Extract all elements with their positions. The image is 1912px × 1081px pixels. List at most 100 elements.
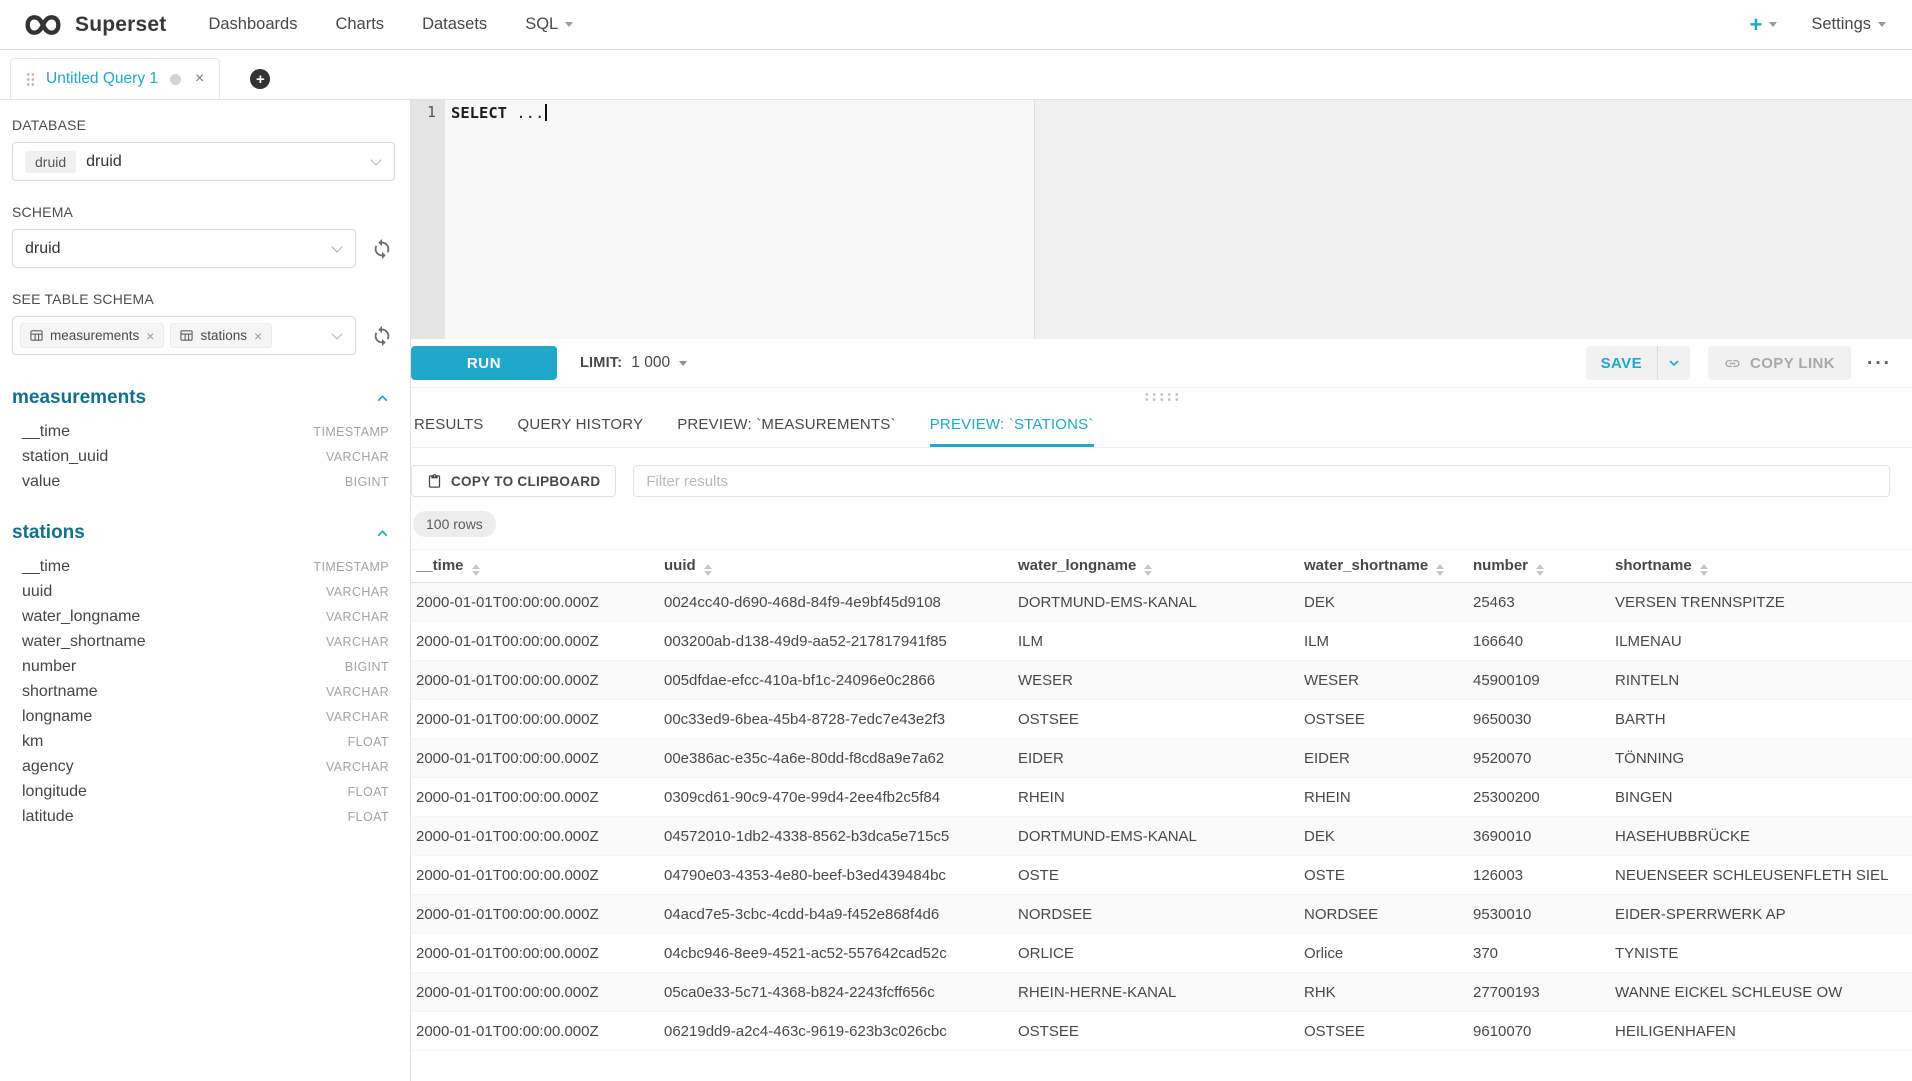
column-type: VARCHAR [326,585,389,599]
remove-chip-icon[interactable]: × [254,329,262,343]
run-button[interactable]: RUN [411,346,557,380]
column-header-uuid[interactable]: uuid [654,550,1008,583]
settings-menu[interactable]: Settings [1811,15,1886,34]
table-cell: VERSEN TRENNSPITZE [1605,583,1912,622]
drag-handle-icon[interactable] [26,72,35,87]
rows-badge-wrap: 100 rows [413,511,1912,537]
column-type: TIMESTAMP [313,425,389,439]
schema-columns: __timeTIMESTAMPstation_uuidVARCHARvalueB… [12,419,395,494]
chevron-up-icon[interactable] [376,527,389,540]
table-chip-stations[interactable]: stations× [170,323,272,348]
schema-table-name: measurements [12,387,146,409]
sql-editor[interactable]: 1 SELECT ... [411,100,1912,339]
column-type: VARCHAR [326,635,389,649]
column-header-water_longname[interactable]: water_longname [1008,550,1294,583]
remove-chip-icon[interactable]: × [146,329,154,343]
column-header-water_shortname[interactable]: water_shortname [1294,550,1463,583]
close-tab-icon[interactable]: × [195,71,204,87]
table-schema-select[interactable]: measurements×stations× [12,316,356,355]
code-line: SELECT ... [445,100,1912,124]
table-cell: ILM [1294,622,1463,661]
column-header-shortname[interactable]: shortname [1605,550,1912,583]
splitter-grip-icon [1143,392,1181,401]
chevron-down-icon [331,328,342,339]
table-cell: 2000-01-01T00:00:00.000Z [411,817,654,856]
save-options-button[interactable] [1657,346,1690,380]
table-cell: RHK [1294,973,1463,1012]
column-header-label: uuid [664,557,696,574]
nav-item-datasets[interactable]: Datasets [422,15,487,34]
table-cell: BINGEN [1605,778,1912,817]
table-icon [180,329,193,342]
filter-results-input[interactable] [633,465,1890,497]
more-options-button[interactable]: ··· [1867,354,1892,373]
chevron-down-icon [1769,22,1777,27]
tab-results[interactable]: RESULTS [414,404,483,447]
pane-splitter[interactable] [411,388,1912,404]
new-item-button[interactable]: + [1750,14,1778,36]
table-cell: ILM [1008,622,1294,661]
table-cell: 2000-01-01T00:00:00.000Z [411,973,654,1012]
nav-item-sql[interactable]: SQL [525,15,573,34]
column-header-__time[interactable]: __time [411,550,654,583]
copy-link-button[interactable]: COPY LINK [1708,346,1851,380]
column-name: longitude [22,783,87,801]
column-row: uuidVARCHAR [12,579,395,604]
column-type: VARCHAR [326,710,389,724]
tab-query-history[interactable]: QUERY HISTORY [517,404,643,447]
chevron-up-icon[interactable] [376,392,389,405]
database-select[interactable]: druid druid [12,142,395,181]
table-cell: WESER [1294,661,1463,700]
database-field: DATABASE druid druid [12,117,395,181]
plus-icon: + [256,72,265,87]
column-row: shortnameVARCHAR [12,679,395,704]
schema-tables: measurements __timeTIMESTAMPstation_uuidV… [12,387,395,829]
limit-dropdown[interactable]: LIMIT: 1 000 [580,354,687,372]
nav-item-dashboards[interactable]: Dashboards [208,15,297,34]
table-cell: 370 [1463,934,1605,973]
superset-logo[interactable]: Superset [20,11,166,39]
nav-item-charts[interactable]: Charts [335,15,384,34]
query-tab-label: Untitled Query 1 [46,70,158,88]
query-tab[interactable]: Untitled Query 1 × [10,58,220,99]
schema-select[interactable]: druid [12,229,356,268]
column-name: longname [22,708,92,726]
schema-table-header[interactable]: measurements [12,387,395,409]
table-cell: DORTMUND-EMS-KANAL [1008,817,1294,856]
sort-icon [1144,564,1152,576]
copy-to-clipboard-button[interactable]: COPY TO CLIPBOARD [411,465,616,497]
sql-lab-sidebar: DATABASE druid druid SCHEMA druid [0,100,411,1081]
refresh-schema-button[interactable] [369,236,395,262]
column-type: FLOAT [348,810,389,824]
sort-icon [704,564,712,576]
column-name: shortname [22,683,98,701]
content: DATABASE druid druid SCHEMA druid [0,100,1912,1081]
column-type: VARCHAR [326,450,389,464]
refresh-tables-button[interactable] [369,323,395,349]
table-row: 2000-01-01T00:00:00.000Z003200ab-d138-49… [411,622,1912,661]
table-cell: DEK [1294,817,1463,856]
sort-icon [472,564,480,576]
nav-item-label: Datasets [422,15,487,34]
table-cell: RINTELN [1605,661,1912,700]
add-tab-button[interactable]: + [250,69,270,89]
table-row: 2000-01-01T00:00:00.000Z04572010-1db2-43… [411,817,1912,856]
schema-table-header[interactable]: stations [12,522,395,544]
table-cell: 126003 [1463,856,1605,895]
column-header-number[interactable]: number [1463,550,1605,583]
tab-preview-measurements[interactable]: PREVIEW: `MEASUREMENTS` [677,404,896,447]
table-chip-measurements[interactable]: measurements× [20,323,164,348]
table-cell: OSTE [1008,856,1294,895]
editor-code-area[interactable]: SELECT ... [445,100,1912,339]
table-cell: NORDSEE [1008,895,1294,934]
tab-preview-stations[interactable]: PREVIEW: `STATIONS` [930,404,1094,447]
save-button[interactable]: SAVE [1586,346,1657,380]
chevron-down-icon [370,154,381,165]
schema-value: druid [25,240,61,258]
table-cell: ORLICE [1008,934,1294,973]
column-type: VARCHAR [326,760,389,774]
table-cell: 2000-01-01T00:00:00.000Z [411,895,654,934]
column-name: water_shortname [22,633,146,651]
table-cell: 04acd7e5-3cbc-4cdd-b4a9-f452e868f4d6 [654,895,1008,934]
column-type: FLOAT [348,735,389,749]
